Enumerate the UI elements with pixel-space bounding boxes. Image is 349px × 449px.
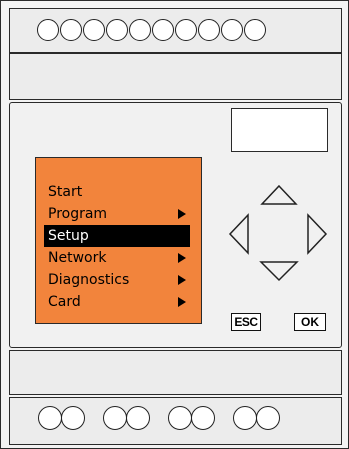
triangle-down-icon [259, 260, 299, 282]
terminal-screw [168, 406, 192, 430]
terminal-screw [126, 406, 150, 430]
status-window [231, 108, 328, 152]
lcd-screen: Start Program Setup Network Diagnostics Card [35, 157, 202, 324]
menu-item-start[interactable]: Start [46, 181, 190, 203]
terminal-screw [244, 19, 266, 41]
terminal-screw [129, 19, 151, 41]
submenu-arrow-icon [178, 297, 186, 307]
bottom-cover-plate [9, 350, 342, 395]
terminal-screw [61, 406, 85, 430]
menu-item-label: Diagnostics [48, 272, 130, 288]
terminal-screw [256, 406, 280, 430]
submenu-arrow-icon [178, 253, 186, 263]
triangle-left-icon [228, 213, 250, 255]
left-key[interactable] [228, 213, 250, 255]
menu-item-label: Card [48, 294, 81, 310]
main-menu: Start Program Setup Network Diagnostics Card [44, 181, 190, 313]
menu-item-label: Start [48, 184, 83, 200]
right-key[interactable] [306, 213, 328, 255]
terminal-group [103, 406, 150, 430]
esc-button[interactable]: ESC [231, 313, 261, 331]
terminal-screw [83, 19, 105, 41]
menu-item-network[interactable]: Network [46, 247, 190, 269]
terminal-screw [233, 406, 257, 430]
ok-button[interactable]: OK [294, 313, 326, 331]
menu-item-diagnostics[interactable]: Diagnostics [46, 269, 190, 291]
terminal-screw [103, 406, 127, 430]
terminal-group [168, 406, 215, 430]
menu-item-card[interactable]: Card [46, 291, 190, 313]
menu-item-label: Network [48, 250, 107, 266]
menu-item-label: Setup [48, 228, 89, 244]
menu-item-program[interactable]: Program [46, 203, 190, 225]
terminal-screw [152, 19, 174, 41]
terminal-screw [175, 19, 197, 41]
submenu-arrow-icon [178, 209, 186, 219]
terminal-group [38, 406, 85, 430]
menu-item-label: Program [48, 206, 108, 222]
terminal-screw [198, 19, 220, 41]
terminal-screw [221, 19, 243, 41]
terminal-screw [106, 19, 128, 41]
terminal-screw [60, 19, 82, 41]
bottom-terminal-row [38, 405, 298, 431]
terminal-screw [37, 19, 59, 41]
top-terminal-row [37, 17, 267, 43]
submenu-arrow-icon [178, 275, 186, 285]
down-key[interactable] [259, 260, 299, 282]
top-cover-plate [9, 53, 342, 100]
terminal-screw [38, 406, 62, 430]
triangle-up-icon [260, 184, 298, 206]
terminal-screw [191, 406, 215, 430]
terminal-group [233, 406, 280, 430]
up-key[interactable] [260, 184, 298, 206]
triangle-right-icon [306, 213, 328, 255]
menu-item-setup[interactable]: Setup [44, 225, 190, 247]
